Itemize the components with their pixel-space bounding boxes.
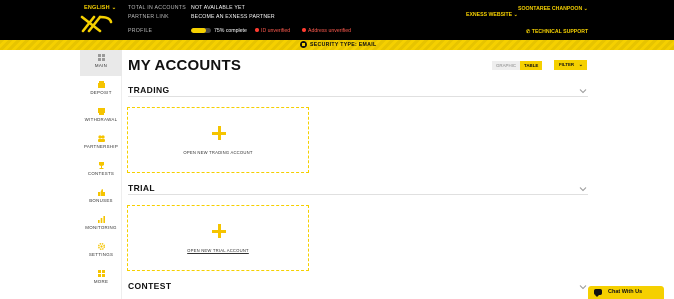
user-menu[interactable]: SOONTAREE CHANPOON ⌄	[518, 6, 588, 12]
total-accounts-value: NOT AVAILABLE YET	[191, 5, 246, 11]
partner-link[interactable]: BECOME AN EXNESS PARTNER	[191, 14, 275, 20]
sidebar-item-settings[interactable]: SETTINGS	[80, 239, 122, 265]
deposit-icon	[97, 81, 105, 88]
plus-icon	[212, 126, 226, 140]
profile-progress-text: 75% complete	[214, 28, 247, 34]
sidebar: MAIN DEPOSIT WITHDRAWAL PARTNERSHIP CONT…	[80, 50, 122, 299]
page: ENGLISH ⌄ TOTAL IN ACCOUNTS NOT AVAILABL…	[0, 0, 674, 299]
open-trading-account-label: OPEN NEW TRADING ACCOUNT	[183, 150, 253, 155]
chevron-down-icon[interactable]	[579, 186, 587, 192]
sidebar-item-monitoring[interactable]: MONITORING	[80, 212, 122, 238]
top-header: ENGLISH ⌄ TOTAL IN ACCOUNTS NOT AVAILABL…	[0, 0, 674, 40]
filter-button[interactable]: FILTER ⌄	[554, 60, 587, 70]
page-title: MY ACCOUNTS	[128, 57, 242, 74]
section-title-contest: CONTEST	[128, 281, 172, 291]
open-trial-account-link[interactable]: OPEN NEW TRIAL ACCOUNT	[128, 248, 308, 253]
open-trial-account-card[interactable]: OPEN NEW TRIAL ACCOUNT	[127, 205, 309, 271]
open-trading-account-card[interactable]: OPEN NEW TRADING ACCOUNT	[127, 107, 309, 173]
plus-icon	[212, 224, 226, 238]
graphic-view-button[interactable]: GRAPHIC	[492, 61, 521, 70]
chevron-down-icon: ⌄	[578, 62, 583, 68]
lock-icon	[300, 41, 307, 48]
warning-dot-icon	[255, 28, 259, 32]
sidebar-item-deposit[interactable]: DEPOSIT	[80, 77, 122, 103]
exness-logo[interactable]	[80, 12, 114, 34]
exness-website-menu[interactable]: EXNESS WEBSITE ⌄	[466, 12, 518, 18]
security-type-text: SECURITY TYPE: EMAIL	[310, 42, 377, 48]
total-accounts-label: TOTAL IN ACCOUNTS	[128, 5, 187, 11]
profile-label: PROFILE	[128, 28, 153, 34]
technical-support-link[interactable]: ✆ TECHNICAL SUPPORT	[526, 29, 588, 35]
partnership-icon	[97, 135, 105, 142]
thumbs-up-icon	[97, 189, 105, 196]
divider	[128, 194, 588, 195]
sidebar-item-main[interactable]: MAIN	[80, 50, 122, 76]
more-icon	[97, 270, 105, 277]
chat-with-us-button[interactable]: Chat With Us	[588, 286, 664, 299]
sidebar-item-contests[interactable]: CONTESTS	[80, 158, 122, 184]
sidebar-item-partnership[interactable]: PARTNERSHIP	[80, 131, 122, 157]
withdrawal-icon	[97, 108, 105, 115]
partner-link-label: PARTNER LINK	[128, 14, 169, 20]
monitoring-icon	[97, 216, 105, 223]
chevron-down-icon[interactable]	[579, 284, 587, 290]
address-status-warning[interactable]: Address unverified	[302, 28, 351, 34]
trophy-icon	[98, 162, 104, 169]
warning-dot-icon	[302, 28, 306, 32]
sidebar-item-more[interactable]: MORE	[80, 266, 122, 292]
sidebar-item-bonuses[interactable]: BONUSES	[80, 185, 122, 211]
profile-progress-bar	[191, 28, 211, 33]
chat-bubble-icon	[594, 289, 602, 297]
section-title-trial: TRIAL	[128, 183, 156, 193]
section-title-trading: TRADING	[128, 85, 170, 95]
view-toggle: GRAPHIC TABLE	[492, 61, 543, 70]
sidebar-item-withdrawal[interactable]: WITHDRAWAL	[80, 104, 122, 130]
gear-icon	[97, 243, 105, 250]
divider	[128, 96, 588, 97]
chevron-down-icon[interactable]	[579, 88, 587, 94]
grid-icon	[97, 54, 105, 61]
table-view-button[interactable]: TABLE	[520, 61, 543, 70]
security-banner: SECURITY TYPE: EMAIL	[0, 40, 674, 50]
profile-progress-fill	[191, 28, 206, 33]
id-status-warning[interactable]: ID unverified	[255, 28, 290, 34]
language-selector[interactable]: ENGLISH ⌄	[84, 5, 116, 11]
